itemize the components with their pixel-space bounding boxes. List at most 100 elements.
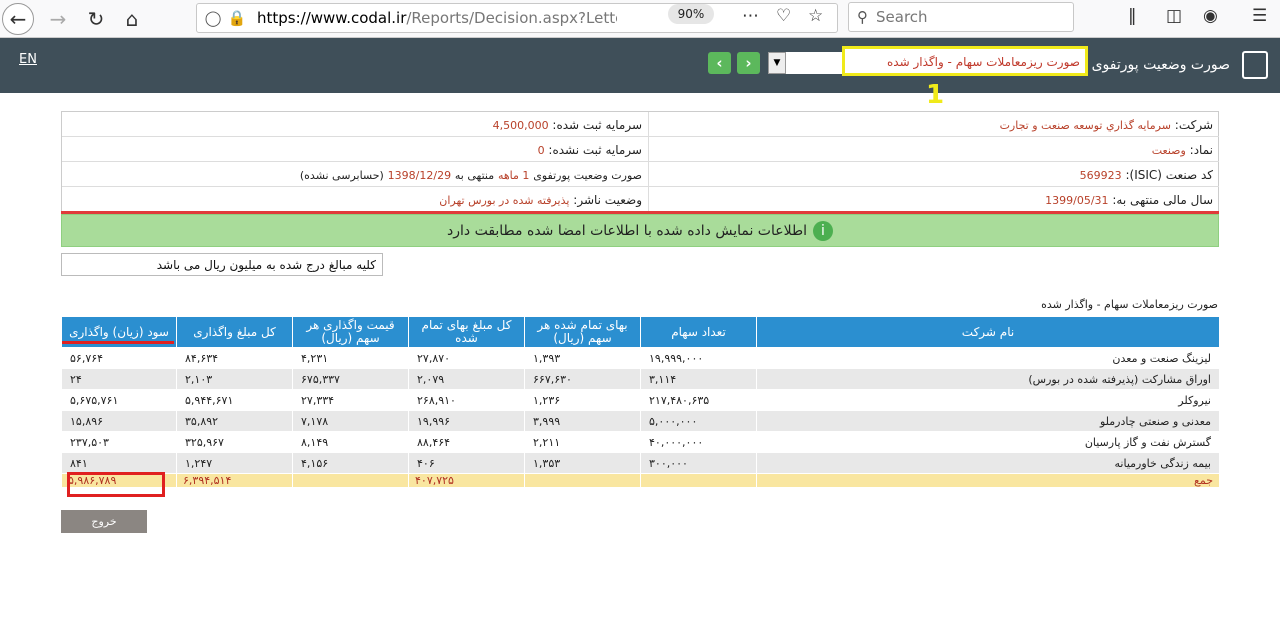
page-title: صورت وضعیت پورتفوی xyxy=(1091,57,1230,73)
cell: ۸,۱۴۹ xyxy=(292,431,409,453)
cell: ۶۶۷,۶۳۰ xyxy=(524,368,641,390)
cell: ۲۳۷,۵۰۳ xyxy=(61,431,177,453)
back-icon[interactable]: ← xyxy=(2,3,34,35)
table-row: لیزینگ صنعت و معدن ۱۹,۹۹۹,۰۰۰ ۱,۳۹۳ ۲۷,۸… xyxy=(61,347,1220,369)
language-link[interactable]: EN xyxy=(19,52,37,67)
cell-empty xyxy=(640,473,757,488)
header-company: نام شرکت xyxy=(756,316,1220,348)
zoom-badge[interactable]: 90% xyxy=(668,4,714,24)
report-select-blank[interactable] xyxy=(786,52,842,74)
search-input[interactable]: ⚲ Search xyxy=(848,2,1074,32)
header-total-sale: کل مبلغ واگذاری xyxy=(176,316,293,348)
site-header: EN ‹ › ▼ صورت ریزمعاملات سهام - واگذار ش… xyxy=(0,38,1280,93)
fiscal-value: 1399/05/31 xyxy=(1045,194,1109,207)
unreg-capital-value: 0 xyxy=(537,144,545,157)
table-row: گسترش نفت و گاز پارسیان ۴۰,۰۰۰,۰۰۰ ۲,۲۱۱… xyxy=(61,431,1220,453)
isic-label: کد صنعت (ISIC): xyxy=(1125,168,1213,182)
report-prefix: صورت وضعیت پورتفوی xyxy=(533,169,642,182)
next-arrow-icon[interactable]: › xyxy=(737,52,760,74)
cell: ۸۴,۶۳۴ xyxy=(176,347,293,369)
header-unit-cost: بهای تمام شده هر سهم (ریال) xyxy=(524,316,641,348)
annotation-number: 1 xyxy=(926,80,945,110)
cell: ۲۷,۳۳۴ xyxy=(292,389,409,411)
info-icon: i xyxy=(813,220,833,241)
capital-value: 4,500,000 xyxy=(492,119,549,132)
company-info-box: شرکت: سرمایه گذاري توسعه صنعت و تجارت سر… xyxy=(61,111,1219,213)
cell: ۶۷۵,۳۳۷ xyxy=(292,368,409,390)
bookmark-star-icon[interactable]: ☆ xyxy=(808,6,823,26)
cell: ۵,۰۰۰,۰۰۰ xyxy=(640,410,757,432)
cell: ۲۴ xyxy=(61,368,177,390)
menu-icon[interactable]: ☰ xyxy=(1252,6,1267,26)
sidebar-icon[interactable]: ◫ xyxy=(1166,6,1182,26)
clipboard-icon xyxy=(1242,51,1268,79)
chevron-down-icon[interactable]: ▼ xyxy=(768,52,786,74)
cell: ۴,۲۳۱ xyxy=(292,347,409,369)
cell: ۳,۹۹۹ xyxy=(524,410,641,432)
more-icon[interactable]: ⋯ xyxy=(742,6,759,26)
report-date: 1398/12/29 xyxy=(387,169,452,182)
search-placeholder: Search xyxy=(876,8,928,26)
header-unit-price: قیمت واگذاری هر سهم (ریال) xyxy=(292,316,409,348)
prev-arrow-icon[interactable]: ‹ xyxy=(708,52,731,74)
cell: ۳۵,۸۹۲ xyxy=(176,410,293,432)
cell: ۲۷,۸۷۰ xyxy=(408,347,525,369)
forward-icon[interactable]: → xyxy=(42,3,74,35)
report-type-select[interactable]: صورت ریزمعاملات سهام - واگذار شده xyxy=(842,46,1088,76)
cell: ۲۱۷,۴۸۰,۶۳۵ xyxy=(640,389,757,411)
report-period: 1 ماهه xyxy=(497,169,530,182)
pocket-icon[interactable]: ♡ xyxy=(776,6,791,26)
search-icon: ⚲ xyxy=(857,8,868,26)
fiscal-label: سال مالی منتهی به: xyxy=(1112,193,1213,207)
publisher-value: پذیرفته شده در بورس تهران xyxy=(439,194,570,207)
cell: ۱۹,۹۹۹,۰۰۰ xyxy=(640,347,757,369)
browser-toolbar: ← → ↻ ⌂ ◯ 🔒 https://www.codal.ir/Reports… xyxy=(0,0,1280,38)
cell: ۸۴۱ xyxy=(61,452,177,474)
cell: ۷,۱۷۸ xyxy=(292,410,409,432)
cell: ۱۹,۹۹۶ xyxy=(408,410,525,432)
cell: ۴,۱۵۶ xyxy=(292,452,409,474)
account-icon[interactable]: ◉ xyxy=(1203,6,1218,26)
reload-icon[interactable]: ↻ xyxy=(80,3,112,35)
url-text: https://www.codal.ir/Reports/Decision.as… xyxy=(257,9,617,27)
company-value[interactable]: سرمایه گذاري توسعه صنعت و تجارت xyxy=(1000,119,1171,132)
table-total-row: جمع ۴۰۷,۷۲۵ ۶,۳۹۴,۵۱۴ ۵,۹۸۶,۷۸۹ xyxy=(61,473,1220,488)
cell: ۱,۲۴۷ xyxy=(176,452,293,474)
cell: ۲,۱۰۳ xyxy=(176,368,293,390)
cell-empty xyxy=(292,473,409,488)
exit-button[interactable]: خروج xyxy=(61,510,147,533)
cell: ۵۶,۷۶۴ xyxy=(61,347,177,369)
isic-value: 569923 xyxy=(1079,169,1122,182)
table-caption: صورت ریزمعاملات سهام - واگذار شده xyxy=(1041,298,1218,311)
home-icon[interactable]: ⌂ xyxy=(116,3,148,35)
total-sale: ۶,۳۹۴,۵۱۴ xyxy=(176,473,293,488)
symbol-value[interactable]: وصنعت xyxy=(1152,144,1186,157)
cell-company: معدنی و صنعتی چادرملو xyxy=(756,410,1220,432)
publisher-label: وضعیت ناشر: xyxy=(573,193,642,207)
cell: ۲۶۸,۹۱۰ xyxy=(408,389,525,411)
report-mid: منتهی به xyxy=(454,169,495,182)
cell: ۸۸,۴۶۴ xyxy=(408,431,525,453)
units-note: کلیه مبالغ درج شده به میلیون ریال می باش… xyxy=(61,253,383,276)
cell: ۴۰,۰۰۰,۰۰۰ xyxy=(640,431,757,453)
symbol-label: نماد: xyxy=(1189,143,1213,157)
shield-icon: ◯ xyxy=(204,9,222,27)
cell: ۴۰۶ xyxy=(408,452,525,474)
unreg-capital-label: سرمایه ثبت نشده: xyxy=(548,143,642,157)
cell: ۱۵,۸۹۶ xyxy=(61,410,177,432)
table-row: نیروکلر ۲۱۷,۴۸۰,۶۳۵ ۱,۲۳۶ ۲۶۸,۹۱۰ ۲۷,۳۳۴… xyxy=(61,389,1220,411)
capital-label: سرمایه ثبت شده: xyxy=(552,118,642,132)
table-row: اوراق مشارکت (پذیرفته شده در بورس) ۳,۱۱۴… xyxy=(61,368,1220,390)
verification-banner: i اطلاعات نمایش داده شده با اطلاعات امضا… xyxy=(61,214,1219,247)
header-total-cost: کل مبلغ بهای تمام شده xyxy=(408,316,525,348)
profit-header-underline xyxy=(62,341,174,344)
cell: ۳,۱۱۴ xyxy=(640,368,757,390)
cell: ۱,۳۵۳ xyxy=(524,452,641,474)
cell: ۵,۶۷۵,۷۶۱ xyxy=(61,389,177,411)
cell-company: بیمه زندگی خاورمیانه xyxy=(756,452,1220,474)
cell-company: لیزینگ صنعت و معدن xyxy=(756,347,1220,369)
library-icon[interactable]: ‖ xyxy=(1128,6,1137,26)
total-cost: ۴۰۷,۷۲۵ xyxy=(408,473,525,488)
report-status: (حسابرسی نشده) xyxy=(299,169,384,182)
cell: ۵,۹۴۴,۶۷۱ xyxy=(176,389,293,411)
